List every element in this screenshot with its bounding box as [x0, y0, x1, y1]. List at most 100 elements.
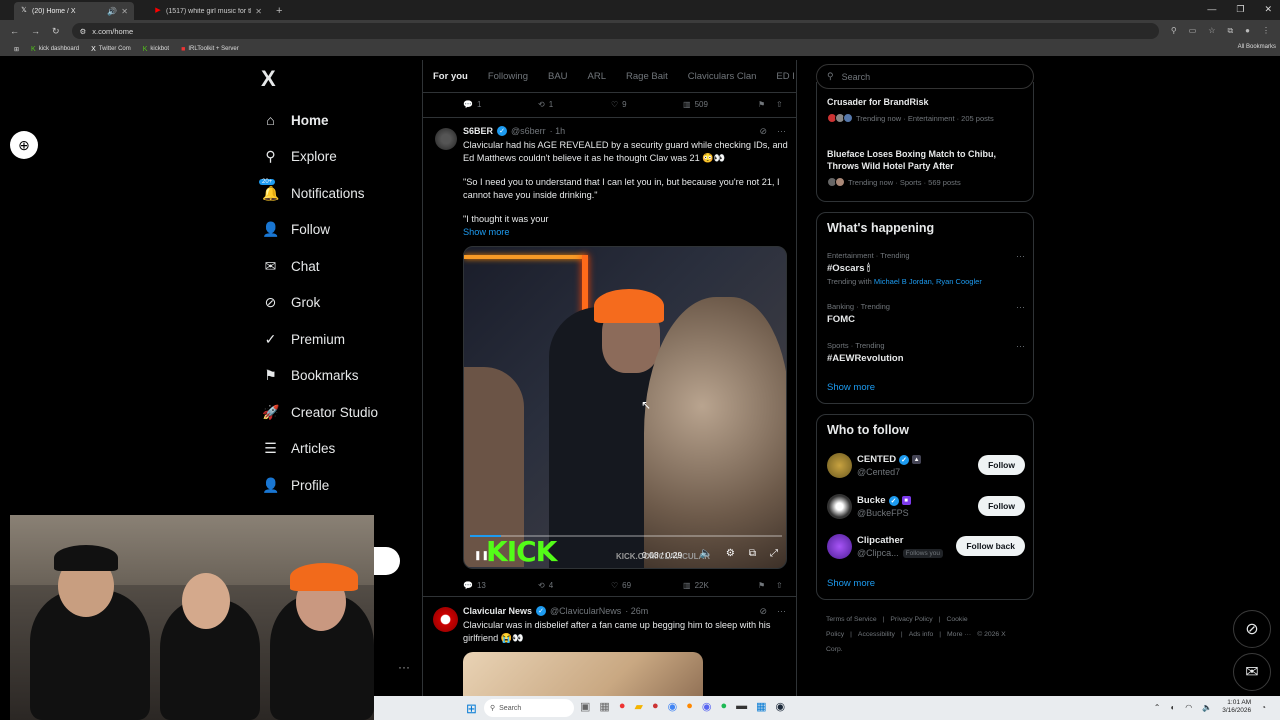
author-handle[interactable]: @ClavicularNews: [550, 606, 621, 616]
tab-bau[interactable]: BAU: [548, 71, 568, 82]
reload-icon[interactable]: ↻: [52, 26, 60, 37]
all-bookmarks[interactable]: All Bookmarks: [1238, 44, 1276, 50]
footer-link[interactable]: Privacy Policy: [890, 616, 932, 623]
bookmark-item[interactable]: Kkick dashboard: [31, 46, 79, 53]
volume-icon[interactable]: 🔈: [1202, 703, 1212, 712]
forward-icon[interactable]: →: [31, 26, 40, 36]
apps-icon[interactable]: ⊞: [14, 46, 19, 53]
zoom-widget-icon[interactable]: ⊕: [10, 131, 38, 159]
menu-icon[interactable]: ⋮: [1262, 26, 1270, 36]
url-text[interactable]: x.com/home: [92, 27, 133, 36]
volume-icon[interactable]: 🔈: [699, 548, 711, 559]
spotify-icon[interactable]: ●: [720, 700, 727, 713]
tab-claviculars-clan[interactable]: Claviculars Clan: [688, 71, 757, 82]
tweet[interactable]: Clavicular News ✓ @ClavicularNews · 26m …: [423, 598, 796, 696]
tweet-time[interactable]: · 1h: [550, 126, 566, 136]
bookmark-icon[interactable]: ⚑: [758, 100, 765, 109]
browser-tab-youtube[interactable]: ▶ (1517) white girl music for the ✕: [148, 2, 268, 20]
chevron-up-icon[interactable]: ⌃: [1154, 703, 1161, 712]
close-window-icon[interactable]: ✕: [1264, 4, 1272, 15]
trend-item[interactable]: Sports · Trending #AEWRevolution ···: [827, 341, 1025, 364]
tab-following[interactable]: Following: [488, 71, 528, 82]
overlay-toggle[interactable]: [374, 547, 400, 575]
windows-start-icon[interactable]: ⊞: [466, 701, 477, 717]
omnibox[interactable]: ⚙ x.com/home: [71, 23, 1159, 39]
fullscreen-icon[interactable]: ⤢: [770, 548, 778, 559]
follow-button[interactable]: Follow: [978, 496, 1025, 516]
tab-rage-bait[interactable]: Rage Bait: [626, 71, 668, 82]
terminal-icon[interactable]: ▬: [736, 700, 747, 713]
avatar[interactable]: [827, 534, 852, 559]
avatar[interactable]: [827, 453, 852, 478]
footer-link[interactable]: Ads info: [909, 631, 934, 638]
views-button[interactable]: ▥ 22K: [683, 581, 709, 590]
footer-link[interactable]: Accessibility: [858, 631, 895, 638]
trend-item[interactable]: Entertainment · Trending #Oscars 🕯 Trend…: [827, 251, 1025, 286]
minimize-icon[interactable]: —: [1207, 4, 1216, 15]
nav-item-chat[interactable]: ✉ Chat: [262, 248, 412, 285]
like-button[interactable]: ♡ 9: [611, 100, 627, 109]
repost-button[interactable]: ⟲ 1: [538, 100, 553, 109]
bookmark-item[interactable]: X Twitter Com: [91, 46, 131, 53]
like-button[interactable]: ♡ 69: [611, 581, 631, 590]
speaker-icon[interactable]: 🔊: [107, 7, 117, 16]
nav-item-premium[interactable]: ✓ Premium: [262, 321, 412, 358]
app-icon[interactable]: ●: [652, 700, 659, 713]
tab-for-you[interactable]: For you: [433, 71, 468, 82]
clock[interactable]: 1:01 AM 3/16/2026: [1222, 699, 1251, 715]
wifi-icon[interactable]: ◠: [1185, 703, 1192, 712]
share-icon[interactable]: ⇧: [776, 100, 783, 109]
repost-button[interactable]: ⟲ 4: [538, 581, 553, 590]
nav-item-home[interactable]: ⌂ Home: [262, 102, 412, 139]
app-tray-icon[interactable]: ◐: [1170, 703, 1175, 712]
zoom-icon[interactable]: ⚲: [1171, 26, 1177, 36]
nav-item-grok[interactable]: ⊘ Grok: [262, 285, 412, 322]
more-options-icon[interactable]: ···: [1016, 251, 1025, 261]
trend-item[interactable]: Blueface Loses Boxing Match to Chibu, Th…: [827, 148, 1025, 187]
bookmark-item[interactable]: Kkickbot: [143, 46, 169, 53]
author-name[interactable]: S6BER: [463, 126, 493, 136]
site-info-icon[interactable]: ⚙: [80, 27, 87, 36]
footer-link[interactable]: Terms of Service: [826, 616, 877, 623]
views-button[interactable]: ▥ 509: [683, 100, 708, 109]
author-handle[interactable]: @s6berr: [511, 126, 546, 136]
tab-ed-i[interactable]: ED I: [776, 71, 794, 82]
trend-item[interactable]: Banking · Trending FOMC ···: [827, 302, 1025, 325]
nav-item-bookmarks[interactable]: ⚑ Bookmarks: [262, 358, 412, 395]
app-icon[interactable]: ▦: [756, 700, 766, 713]
pause-icon[interactable]: ❚❚: [474, 550, 489, 561]
show-more-link[interactable]: Show more: [463, 226, 788, 239]
more-options-icon[interactable]: ···: [1016, 341, 1025, 351]
taskbar-search[interactable]: ⚲ Search: [484, 699, 574, 717]
tweet[interactable]: S6BER ✓ @s6berr · 1h ⊘ ··· Clavicular ha…: [423, 117, 796, 597]
tweet-media-image[interactable]: [463, 652, 703, 696]
follow-back-button[interactable]: Follow back: [956, 536, 1025, 556]
widget-icon[interactable]: ▦: [599, 700, 609, 713]
author-name[interactable]: Clavicular News: [463, 606, 532, 616]
nav-item-articles[interactable]: ☰ Articles: [262, 431, 412, 468]
nav-item-creator-studio[interactable]: 🚀 Creator Studio: [262, 394, 412, 431]
show-more-link[interactable]: Show more: [827, 578, 875, 589]
browser-tab-x[interactable]: 𝕏 (20) Home / X 🔊 ✕: [14, 2, 134, 20]
trend-item[interactable]: Crusader for BrandRisk Trending now · En…: [827, 96, 1025, 123]
follow-suggestion[interactable]: Bucke ✓ ■ @BuckeFPS Follow: [827, 494, 1025, 522]
follow-button[interactable]: Follow: [978, 455, 1025, 475]
maximize-icon[interactable]: ❐: [1236, 4, 1244, 15]
nav-item-follow[interactable]: 👤 Follow: [262, 212, 412, 249]
close-tab-icon[interactable]: ✕: [255, 7, 262, 16]
nav-item-profile[interactable]: 👤 Profile: [262, 467, 412, 504]
follow-suggestion[interactable]: CENTED ✓ ▲ @Cented7 Follow: [827, 453, 1025, 481]
app-icon[interactable]: ●: [619, 700, 626, 713]
task-view-icon[interactable]: ▣: [580, 700, 590, 713]
bookmark-icon[interactable]: ⚑: [758, 581, 765, 590]
more-options-icon[interactable]: ···: [777, 126, 786, 137]
grok-icon[interactable]: ⊘: [759, 606, 767, 617]
chrome-icon[interactable]: ◉: [668, 700, 678, 713]
extension-icon[interactable]: ⧉: [1227, 26, 1233, 36]
steam-icon[interactable]: ◉: [776, 700, 786, 713]
pip-icon[interactable]: ⧉: [749, 548, 756, 559]
new-tab-button[interactable]: +: [276, 2, 282, 20]
trend-with-links[interactable]: Michael B Jordan, Ryan Coogler: [874, 277, 982, 286]
tab-arl[interactable]: ARL: [588, 71, 606, 82]
follow-suggestion[interactable]: Clipcather @Clipca... Follows you Follow …: [827, 534, 1025, 562]
